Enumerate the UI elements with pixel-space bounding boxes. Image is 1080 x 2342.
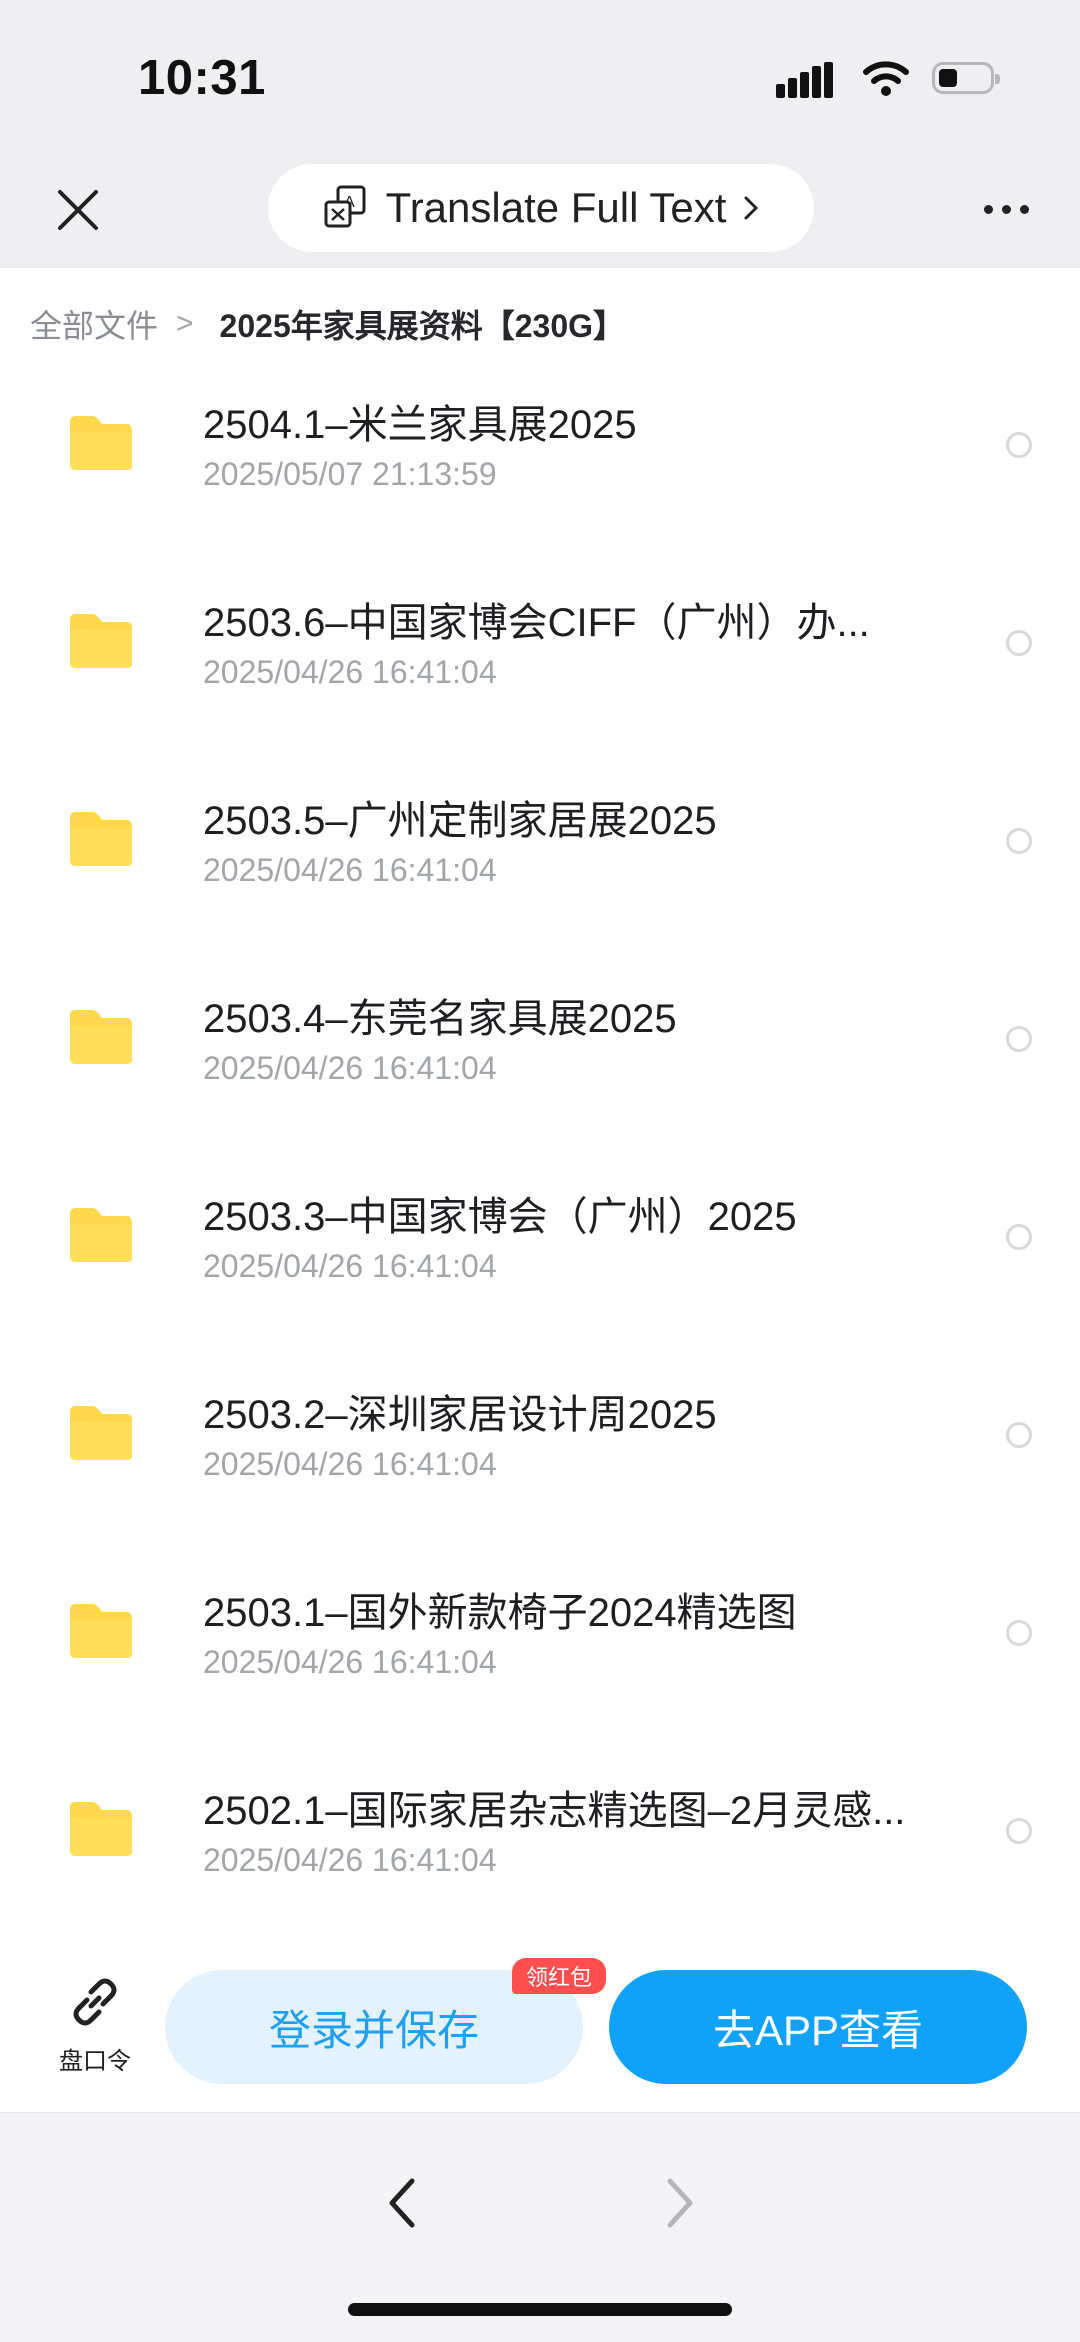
select-radio[interactable]: [1006, 630, 1032, 656]
battery-icon: [932, 62, 1000, 94]
breadcrumb-separator: >: [176, 307, 194, 340]
translate-icon: A: [324, 185, 366, 228]
folder-icon: [70, 1406, 132, 1460]
file-name: 2503.2–深圳家居设计周2025: [203, 1393, 717, 1437]
file-item[interactable]: 2503.6–中国家博会CIFF（广州）办... 2025/04/26 16:4…: [0, 570, 1080, 768]
forward-arrow-icon[interactable]: [654, 2173, 704, 2233]
file-name: 2502.1–国际家居杂志精选图–2月灵感...: [203, 1789, 906, 1833]
select-radio[interactable]: [1006, 432, 1032, 458]
red-packet-badge: 领红包: [512, 1958, 607, 1994]
breadcrumb-current: 2025年家具展资料【230G】: [219, 308, 626, 344]
file-date: 2025/05/07 21:13:59: [203, 456, 497, 492]
file-date: 2025/04/26 16:41:04: [203, 1446, 497, 1482]
more-icon-dot: [1019, 204, 1029, 214]
file-name: 2503.6–中国家博会CIFF（广州）办...: [203, 601, 870, 645]
back-arrow-icon[interactable]: [378, 2173, 428, 2233]
file-item[interactable]: 2503.4–东莞名家具展2025 2025/04/26 16:41:04: [0, 966, 1080, 1164]
close-icon: [58, 190, 98, 230]
more-icon-dot: [1001, 204, 1011, 214]
file-date: 2025/04/26 16:41:04: [203, 1050, 497, 1086]
open-in-app-button[interactable]: 去APP查看: [609, 1970, 1027, 2084]
top-bar: 10:31 A Translate Full Te: [0, 0, 1080, 268]
file-date: 2025/04/26 16:41:04: [203, 654, 497, 690]
status-time: 10:31: [138, 51, 266, 105]
signal-icon: [776, 62, 834, 98]
more-button[interactable]: [976, 182, 1036, 236]
file-date: 2025/04/26 16:41:04: [203, 1644, 497, 1680]
folder-icon: [70, 1010, 132, 1064]
file-item[interactable]: 2503.2–深圳家居设计周2025 2025/04/26 16:41:04: [0, 1362, 1080, 1560]
select-radio[interactable]: [1006, 1818, 1032, 1844]
folder-icon: [70, 1802, 132, 1856]
select-radio[interactable]: [1006, 1026, 1032, 1052]
file-item[interactable]: 2503.3–中国家博会（广州）2025 2025/04/26 16:41:04: [0, 1164, 1080, 1362]
share-code-button[interactable]: 盘口令: [52, 1974, 138, 2076]
folder-icon: [70, 416, 132, 470]
translate-label: Translate Full Text: [385, 184, 727, 231]
more-icon-dot: [983, 204, 993, 214]
close-button[interactable]: [50, 182, 106, 238]
file-date: 2025/04/26 16:41:04: [203, 1248, 497, 1284]
select-radio[interactable]: [1006, 1620, 1032, 1646]
wifi-icon: [863, 61, 909, 96]
file-item[interactable]: 2503.1–国外新款椅子2024精选图 2025/04/26 16:41:04: [0, 1560, 1080, 1758]
chevron-right-icon: [744, 196, 759, 220]
select-radio[interactable]: [1006, 1422, 1032, 1448]
folder-icon: [70, 812, 132, 866]
home-indicator: [348, 2303, 732, 2316]
file-name: 2504.1–米兰家具展2025: [203, 403, 637, 447]
breadcrumb-root[interactable]: 全部文件: [30, 301, 158, 347]
file-date: 2025/04/26 16:41:04: [203, 852, 497, 888]
share-code-label: 盘口令: [59, 2048, 131, 2075]
file-item[interactable]: 2504.1–米兰家具展2025 2025/05/07 21:13:59: [0, 372, 1080, 570]
select-radio[interactable]: [1006, 1224, 1032, 1250]
file-name: 2503.5–广州定制家居展2025: [203, 799, 717, 843]
file-name: 2503.4–东莞名家具展2025: [203, 997, 677, 1041]
file-item[interactable]: 2503.5–广州定制家居展2025 2025/04/26 16:41:04: [0, 768, 1080, 966]
breadcrumb: 全部文件 > 2025年家具展资料【230G】: [30, 296, 625, 352]
file-name: 2503.3–中国家博会（广州）2025: [203, 1195, 797, 1239]
file-name: 2503.1–国外新款椅子2024精选图: [203, 1591, 797, 1635]
folder-icon: [70, 614, 132, 668]
select-radio[interactable]: [1006, 828, 1032, 854]
action-bar: 盘口令 登录并保存 领红包 去APP查看: [0, 1940, 1080, 2112]
file-item[interactable]: 2502.1–国际家居杂志精选图–2月灵感... 2025/04/26 16:4…: [0, 1758, 1080, 1956]
folder-icon: [70, 1604, 132, 1658]
file-date: 2025/04/26 16:41:04: [203, 1842, 497, 1878]
translate-full-text-button[interactable]: A Translate Full Text: [268, 164, 814, 252]
folder-icon: [70, 1208, 132, 1262]
link-icon: [73, 1978, 117, 2026]
